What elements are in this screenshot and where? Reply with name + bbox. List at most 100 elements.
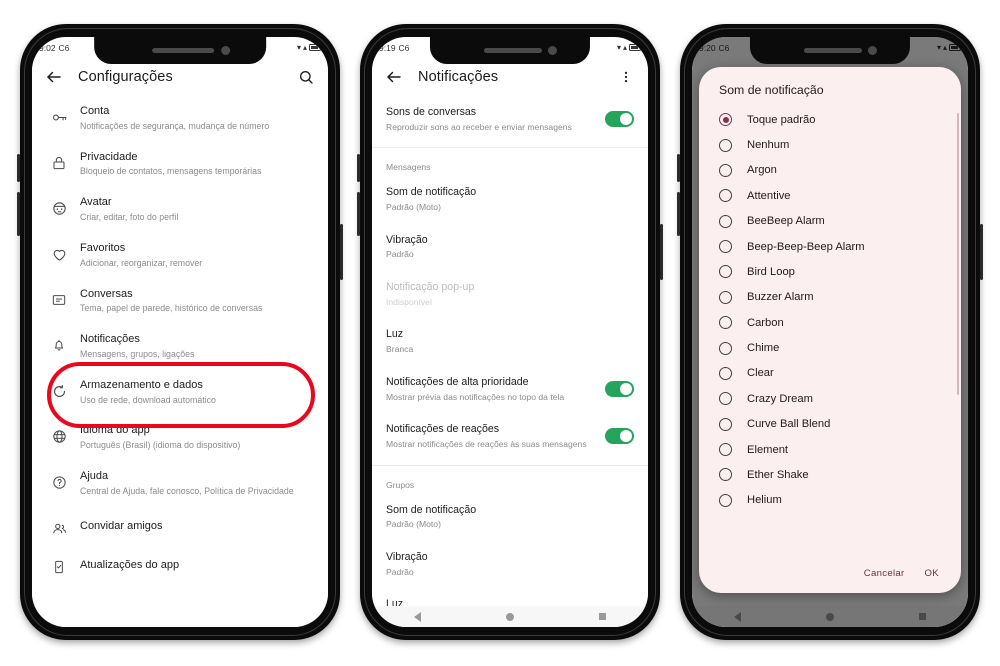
radio-button[interactable] — [719, 138, 732, 152]
settings-list[interactable]: Conta Notificações de segurança, mudança … — [32, 96, 328, 627]
nav-back-icon[interactable] — [414, 611, 422, 622]
notification-row-subtitle: Reproduzir sons ao receber e enviar mens… — [386, 121, 572, 132]
settings-row-favoritos[interactable]: Favoritos Adicionar, reorganizar, remover — [32, 233, 328, 279]
radio-button[interactable] — [719, 468, 732, 482]
sound-option-buzzer-alarm[interactable]: Buzzer Alarm — [699, 285, 961, 310]
sound-option-element[interactable]: Element — [699, 437, 961, 462]
sound-option-toque-padr-o[interactable]: Toque padrão — [699, 107, 961, 132]
settings-row-conversas[interactable]: Conversas Tema, papel de parede, históric… — [32, 279, 328, 325]
settings-row-privacidade[interactable]: Privacidade Bloqueio de contatos, mensage… — [32, 142, 328, 188]
radio-button[interactable] — [719, 493, 732, 507]
notification-row-notifica-es-de-alta-prioridade[interactable]: Notificações de alta prioridade Mostrar p… — [372, 366, 648, 413]
notification-row-notifica-es-de-rea-es[interactable]: Notificações de reações Mostrar notificaç… — [372, 413, 648, 460]
sound-option-curve-ball-blend[interactable]: Curve Ball Blend — [699, 412, 961, 437]
volume-up-button-2[interactable] — [357, 154, 360, 182]
settings-row-armazenamento-e-dados[interactable]: Armazenamento e dados Uso de rede, downlo… — [32, 370, 328, 416]
notification-row-title: Vibração — [386, 233, 428, 246]
sound-option-clear[interactable]: Clear — [699, 361, 961, 386]
toggle-switch[interactable] — [605, 428, 634, 445]
notification-row-vibra-o[interactable]: Vibração Padrão — [372, 224, 648, 271]
sound-option-carbon[interactable]: Carbon — [699, 310, 961, 335]
sound-option-attentive[interactable]: Attentive — [699, 183, 961, 208]
phone-update-icon — [44, 555, 74, 575]
sound-option-list[interactable]: Toque padrão Nenhum Argon Attentive BeeBeep … — [699, 107, 961, 562]
notification-row-sons-de-conversas[interactable]: Sons de conversas Reproduzir sons ao rece… — [372, 96, 648, 143]
notifications-list[interactable]: Sons de conversas Reproduzir sons ao rece… — [372, 96, 648, 606]
key-icon — [44, 105, 74, 126]
sound-option-nenhum[interactable]: Nenhum — [699, 132, 961, 157]
radio-button[interactable] — [719, 366, 732, 380]
radio-button[interactable] — [719, 240, 732, 254]
radio-button[interactable] — [719, 341, 732, 355]
settings-row-text: Conversas Tema, papel de parede, históric… — [74, 288, 314, 316]
radio-button[interactable] — [719, 392, 732, 406]
nav-recents-icon[interactable] — [598, 613, 606, 620]
search-icon[interactable] — [296, 67, 316, 87]
front-camera-2 — [548, 46, 558, 55]
radio-button[interactable] — [719, 265, 732, 279]
notification-row-luz[interactable]: Luz — [372, 588, 648, 606]
power-button[interactable] — [340, 224, 343, 280]
dialog-scrollbar[interactable] — [956, 113, 959, 396]
sound-option-beep-beep-beep-alarm[interactable]: Beep-Beep-Beep Alarm — [699, 234, 961, 259]
toggle-switch[interactable] — [605, 380, 634, 397]
notification-row-subtitle: Padrão — [386, 566, 414, 577]
radio-button[interactable] — [719, 290, 732, 304]
notification-row-text: Notificações de reações Mostrar notificaç… — [386, 423, 595, 450]
sound-option-beebeep-alarm[interactable]: BeeBeep Alarm — [699, 209, 961, 234]
nav-home-icon[interactable] — [505, 612, 514, 621]
volume-down-button-3[interactable] — [677, 192, 680, 236]
notification-sound-dialog: Som de notificação Toque padrão Nenhum Arg… — [699, 67, 961, 593]
settings-row-subtitle: Uso de rede, download automático — [80, 394, 216, 405]
sound-option-chime[interactable]: Chime — [699, 335, 961, 360]
radio-button[interactable] — [719, 113, 732, 127]
settings-row-conta[interactable]: Conta Notificações de segurança, mudança … — [32, 96, 328, 142]
notification-row-text: Som de notificação Padrão (Moto) — [386, 186, 634, 213]
volume-down-button[interactable] — [17, 192, 20, 236]
volume-up-button-3[interactable] — [677, 154, 680, 182]
sound-option-argon[interactable]: Argon — [699, 158, 961, 183]
radio-button[interactable] — [719, 417, 732, 431]
settings-row-convidar-amigos[interactable]: Convidar amigos — [32, 507, 328, 547]
settings-row-atualiza-es-do-app[interactable]: Atualizações do app — [32, 546, 328, 586]
battery-icon — [629, 44, 643, 51]
settings-row-idioma-do-app[interactable]: Idioma do app Português (Brasil) (idioma … — [32, 415, 328, 461]
settings-row-notifica-es[interactable]: Notificações Mensagens, grupos, ligações — [32, 324, 328, 370]
notification-row-title: Notificações de alta prioridade — [386, 375, 529, 388]
more-vertical-icon[interactable] — [616, 67, 636, 87]
sound-option-crazy-dream[interactable]: Crazy Dream — [699, 386, 961, 411]
volume-up-button[interactable] — [17, 154, 20, 182]
settings-row-avatar[interactable]: Avatar Criar, editar, foto do perfil — [32, 187, 328, 233]
radio-button[interactable] — [719, 214, 732, 228]
settings-row-title: Favoritos — [80, 241, 126, 254]
notification-row-notifica-o-pop-up: Notificação pop-up Indisponível — [372, 271, 648, 318]
radio-button[interactable] — [719, 189, 732, 203]
volume-down-button-2[interactable] — [357, 192, 360, 236]
ok-button[interactable]: OK — [925, 568, 939, 579]
settings-row-title: Idioma do app — [80, 424, 150, 437]
toggle-switch[interactable] — [605, 111, 634, 127]
sound-option-label: Clear — [747, 367, 774, 380]
sound-option-bird-loop[interactable]: Bird Loop — [699, 259, 961, 284]
back-button[interactable] — [384, 67, 404, 87]
notification-row-som-de-notifica-o[interactable]: Som de notificação Padrão (Moto) — [372, 176, 648, 223]
radio-button[interactable] — [719, 443, 732, 457]
notification-row-luz[interactable]: Luz Branca — [372, 318, 648, 365]
settings-row-ajuda[interactable]: Ajuda Central de Ajuda, fale conosco, Pol… — [32, 461, 328, 507]
power-button-2[interactable] — [660, 224, 663, 280]
power-button-3[interactable] — [980, 224, 983, 280]
notification-row-subtitle: Padrão (Moto) — [386, 202, 441, 213]
radio-button[interactable] — [719, 163, 732, 177]
phone2-nav-bar — [372, 606, 648, 627]
sound-option-helium[interactable]: Helium — [699, 488, 961, 513]
heart-icon — [44, 242, 74, 263]
radio-button[interactable] — [719, 316, 732, 330]
notification-row-som-de-notifica-o[interactable]: Som de notificação Padrão (Moto) — [372, 494, 648, 541]
settings-row-subtitle: Bloqueio de contatos, mensagens temporár… — [80, 166, 262, 177]
front-camera-3 — [868, 46, 878, 55]
notification-row-subtitle: Indisponível — [386, 296, 432, 307]
back-button[interactable] — [44, 67, 64, 87]
sound-option-ether-shake[interactable]: Ether Shake — [699, 462, 961, 487]
notification-row-vibra-o[interactable]: Vibração Padrão — [372, 541, 648, 588]
cancel-button[interactable]: Cancelar — [864, 568, 905, 579]
